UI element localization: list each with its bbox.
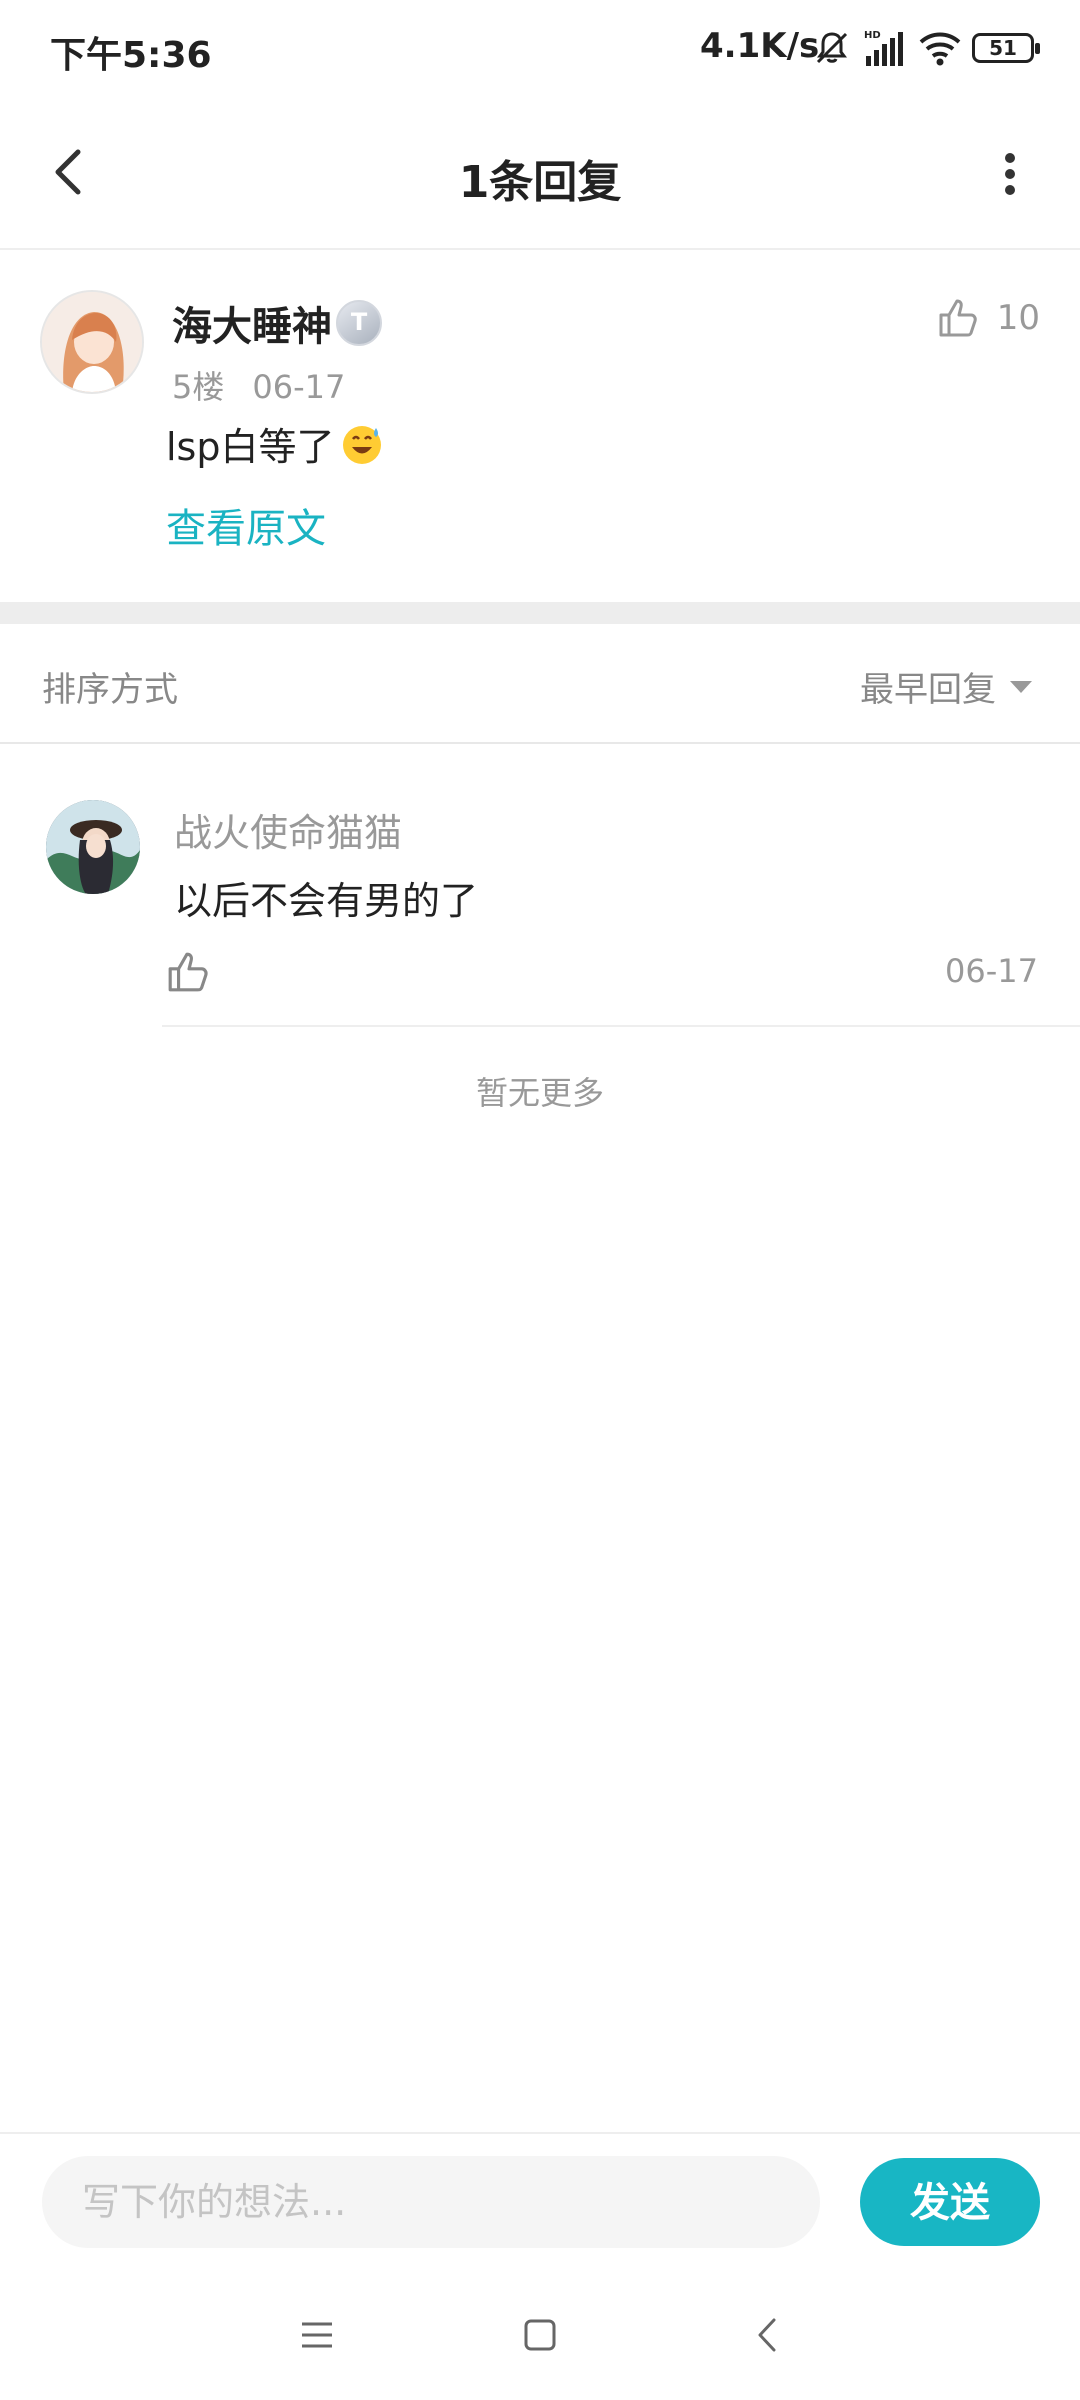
comment-text-content: lsp白等了	[166, 425, 335, 469]
reply-item: 战火使命猫猫 以后不会有男的了 06-17	[0, 744, 1080, 1027]
reply-text: 以后不会有男的了	[174, 879, 479, 923]
like-button[interactable]: 10	[937, 294, 1040, 342]
no-more-label: 暂无更多	[475, 1074, 604, 1112]
divider	[162, 1025, 1080, 1027]
system-nav-bar	[0, 2270, 1080, 2400]
author-name[interactable]: 海大睡神	[172, 294, 332, 352]
grinning-sweat-emoji	[343, 425, 382, 464]
level-badge: T	[336, 300, 382, 346]
reply-author-name[interactable]: 战火使命猫猫	[174, 802, 402, 857]
top-app-bar: 1条回复	[0, 96, 1080, 250]
status-time: 下午5:36	[50, 35, 212, 76]
comment-input-bar: 发送	[0, 2132, 1080, 2272]
send-button[interactable]: 发送	[860, 2158, 1040, 2246]
comment-input[interactable]	[42, 2156, 820, 2248]
floor-number: 5楼	[172, 368, 225, 406]
avatar-image	[46, 800, 140, 894]
page-title: 1条回复	[458, 157, 622, 208]
sort-label: 排序方式	[42, 670, 178, 710]
reply-date: 06-17	[945, 952, 1038, 990]
back-icon[interactable]	[742, 2310, 792, 2360]
status-icons: HD 51	[812, 26, 1040, 70]
comment-text: lsp白等了	[166, 416, 384, 471]
sort-value: 最早回复	[860, 670, 996, 710]
status-bar: 下午5:36 4.1K/s HD 51	[0, 0, 1080, 96]
post-date: 06-17	[252, 368, 346, 406]
sort-dropdown[interactable]: 最早回复	[860, 662, 1032, 711]
network-speed: 4.1K/s	[700, 26, 820, 66]
caret-down-icon	[1010, 680, 1032, 693]
mute-bell-icon	[816, 32, 848, 64]
battery-icon: 51	[972, 33, 1040, 63]
avatar-image	[42, 292, 142, 392]
sort-row: 排序方式 最早回复	[0, 624, 1080, 744]
menu-icon[interactable]	[292, 2310, 342, 2360]
hd-signal-icon: HD	[864, 30, 903, 66]
svg-text:HD: HD	[864, 30, 881, 41]
home-square-icon[interactable]	[515, 2310, 565, 2360]
wifi-icon	[919, 32, 961, 66]
thumbs-up-icon	[939, 299, 977, 337]
avatar[interactable]	[40, 290, 144, 394]
post-meta: 5楼 06-17	[172, 362, 373, 408]
vertical-dots-icon[interactable]	[990, 148, 1030, 200]
view-original-link[interactable]: 查看原文	[166, 496, 326, 554]
avatar[interactable]	[46, 800, 140, 894]
like-count: 10	[996, 298, 1040, 338]
main-comment: 海大睡神 T 5楼 06-17 10 lsp白等了 查看原文	[0, 250, 1080, 602]
section-divider	[0, 602, 1080, 624]
thumbs-up-icon[interactable]	[166, 950, 210, 994]
